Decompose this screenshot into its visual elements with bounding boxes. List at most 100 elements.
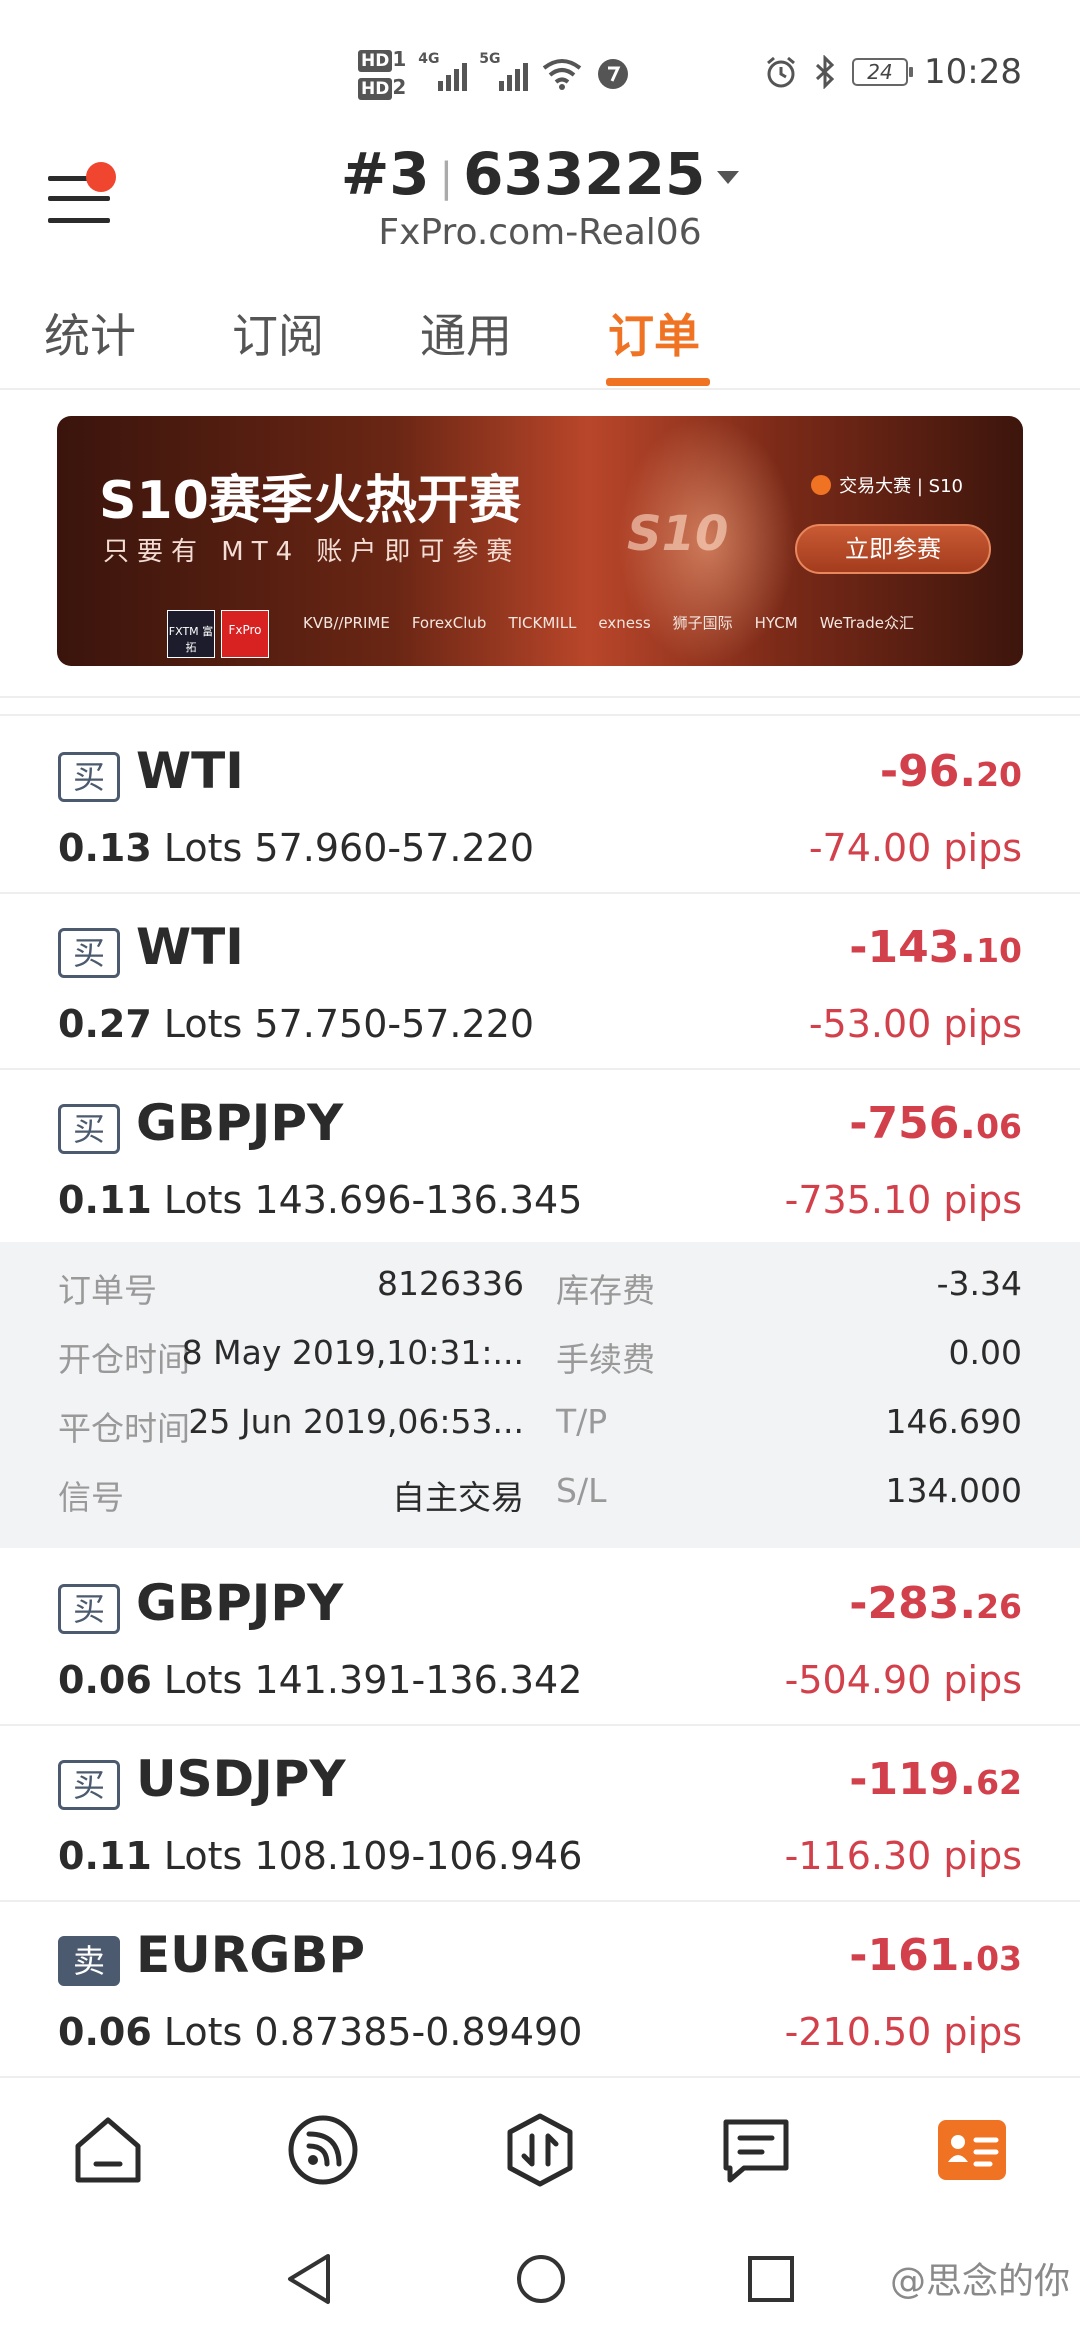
order-profit: -283.26 [849,1578,1022,1629]
tab-general[interactable]: 通用 [420,300,512,366]
open-time-label: 开仓时间 [58,1340,190,1379]
banner-subtitle: 只要有 MT4 账户即可参赛 [103,537,521,567]
order-profit: -161.03 [849,1930,1022,1981]
home-circle-icon[interactable] [514,2252,568,2306]
buy-badge: 买 [58,752,120,802]
hd1-indicator: HD 1 [358,48,406,72]
promo-banner[interactable]: S10赛季火热开赛 只要有 MT4 账户即可参赛 交易大赛 | S10 S10 … [57,416,1023,666]
brand-logo-icon [811,475,832,495]
fxtm-logo: FXTM 富拓 [167,610,215,658]
banner-center-text: S10 [627,506,729,562]
order-profit: -756.06 [849,1098,1022,1149]
order-symbol: USDJPY [136,1750,346,1808]
sponsor-logo: TICKMILL [508,613,577,632]
account-prefix: #3 [340,140,430,208]
order-symbol: EURGBP [136,1926,366,1984]
join-contest-button[interactable]: 立即参赛 [795,524,991,574]
open-time-value: 8 May 2019,10:31:... [181,1333,524,1372]
signal-value: 自主交易 [392,1478,524,1517]
tp-label: T/P [556,1402,608,1441]
trade-icon[interactable] [502,2112,578,2188]
signal-5g-icon: 5G [479,51,529,91]
back-icon[interactable] [284,2252,334,2306]
order-row[interactable]: 买 WTI 0.27 Lots 57.750-57.220 -143.10 -5… [0,894,1080,1070]
order-symbol: GBPJPY [136,1094,344,1152]
order-profit: -96.20 [879,746,1022,797]
close-time-label: 平仓时间 [58,1409,190,1448]
status-bar: HD 1 HD 2 4G 5G 24 10:28 [0,0,1080,150]
buy-badge: 买 [58,1760,120,1810]
order-lots-line: 0.11 Lots 143.696-136.345 [58,1178,583,1222]
order-lots-line: 0.06 Lots 141.391-136.342 [58,1658,583,1702]
hd-indicators: HD 1 HD 2 [358,48,406,100]
order-lots-line: 0.27 Lots 57.750-57.220 [58,1002,535,1046]
clock: 10:28 [924,52,1022,92]
swap-value: -3.34 [936,1264,1022,1303]
order-lots-line: 0.11 Lots 108.109-106.946 [58,1834,583,1878]
banner-brand: 交易大赛 | S10 [811,472,963,498]
status-left: HD 1 HD 2 4G 5G [358,48,630,100]
order-no-label: 订单号 [58,1271,157,1310]
account-selector[interactable]: #3 | 633225 [0,140,1080,208]
sponsor-logo: ForexClub [411,613,487,632]
sponsor-logos: KVB//PRIME ForexClub TICKMILL exness 狮子国… [303,612,914,633]
profile-card-icon[interactable] [934,2112,1010,2188]
sl-label: S/L [556,1471,607,1510]
hd2-indicator: HD 2 [358,76,406,100]
feed-icon[interactable] [285,2112,361,2188]
message-icon[interactable] [718,2112,794,2188]
sponsor-logo: WeTrade众汇 [819,614,914,632]
order-symbol: GBPJPY [136,1574,344,1632]
account-number: 633225 [463,140,706,208]
divider [0,696,1080,716]
wifi-icon [543,59,582,90]
buy-badge: 买 [58,1104,120,1154]
order-profit: -119.62 [849,1754,1022,1805]
order-row[interactable]: 买 WTI 0.13 Lots 57.960-57.220 -96.20 -74… [0,718,1080,894]
order-profit: -143.10 [849,922,1022,973]
order-lots-line: 0.06 Lots 0.87385-0.89490 [58,2010,583,2054]
battery-icon: 24 [852,58,914,86]
sponsor-logo: exness [598,613,651,632]
status-right: 24 10:28 [764,52,1022,92]
order-pips: -74.00 pips [808,826,1022,870]
buy-badge: 买 [58,928,120,978]
order-pips: -504.90 pips [784,1658,1022,1702]
server-name: FxPro.com-Real06 [378,212,702,253]
recents-icon[interactable] [746,2252,796,2306]
order-lots-line: 0.13 Lots 57.960-57.220 [58,826,535,870]
active-tab-indicator [606,378,710,386]
tp-value: 146.690 [885,1402,1022,1441]
order-symbol: WTI [136,742,244,800]
signal-label: 信号 [58,1478,124,1517]
sponsor-logo: 狮子国际 [672,614,733,632]
caret-down-icon[interactable] [717,171,740,185]
signal-4g-icon: 4G [418,51,468,91]
commission-label: 手续费 [556,1340,655,1379]
tab-statistics[interactable]: 统计 [44,300,136,366]
order-row[interactable]: 买 USDJPY 0.11 Lots 108.109-106.946 -119.… [0,1726,1080,1902]
buy-badge: 买 [58,1584,120,1634]
home-icon[interactable] [70,2112,146,2188]
order-no-value: 8126336 [377,1264,524,1303]
bluetooth-icon [815,55,835,89]
commission-value: 0.00 [948,1333,1022,1372]
sponsor-logo: HYCM [754,613,798,632]
sponsor-logo: KVB//PRIME [303,613,390,632]
order-pips: -53.00 pips [808,1002,1022,1046]
fxpro-logo: FxPro [221,610,269,658]
swap-label: 库存费 [556,1271,655,1310]
order-pips: -735.10 pips [784,1178,1022,1222]
tab-bar: 统计 订阅 通用 订单 [0,290,1080,390]
order-symbol: WTI [136,918,244,976]
banner-title: S10赛季火热开赛 [99,471,521,531]
app-notification-icon [598,59,629,89]
tab-orders[interactable]: 订单 [608,300,700,366]
order-row-expanded[interactable]: 买 GBPJPY 0.11 Lots 143.696-136.345 -756.… [0,1070,1080,1246]
order-details-panel: 订单号 8126336 库存费 -3.34 开仓时间 8 May 2019,10… [0,1242,1080,1548]
close-time-value: 25 Jun 2019,06:53... [188,1402,524,1441]
order-row[interactable]: 卖 EURGBP 0.06 Lots 0.87385-0.89490 -161.… [0,1902,1080,2078]
tab-subscriptions[interactable]: 订阅 [232,300,324,366]
order-row[interactable]: 买 GBPJPY 0.06 Lots 141.391-136.342 -283.… [0,1550,1080,1726]
order-pips: -210.50 pips [784,2010,1022,2054]
